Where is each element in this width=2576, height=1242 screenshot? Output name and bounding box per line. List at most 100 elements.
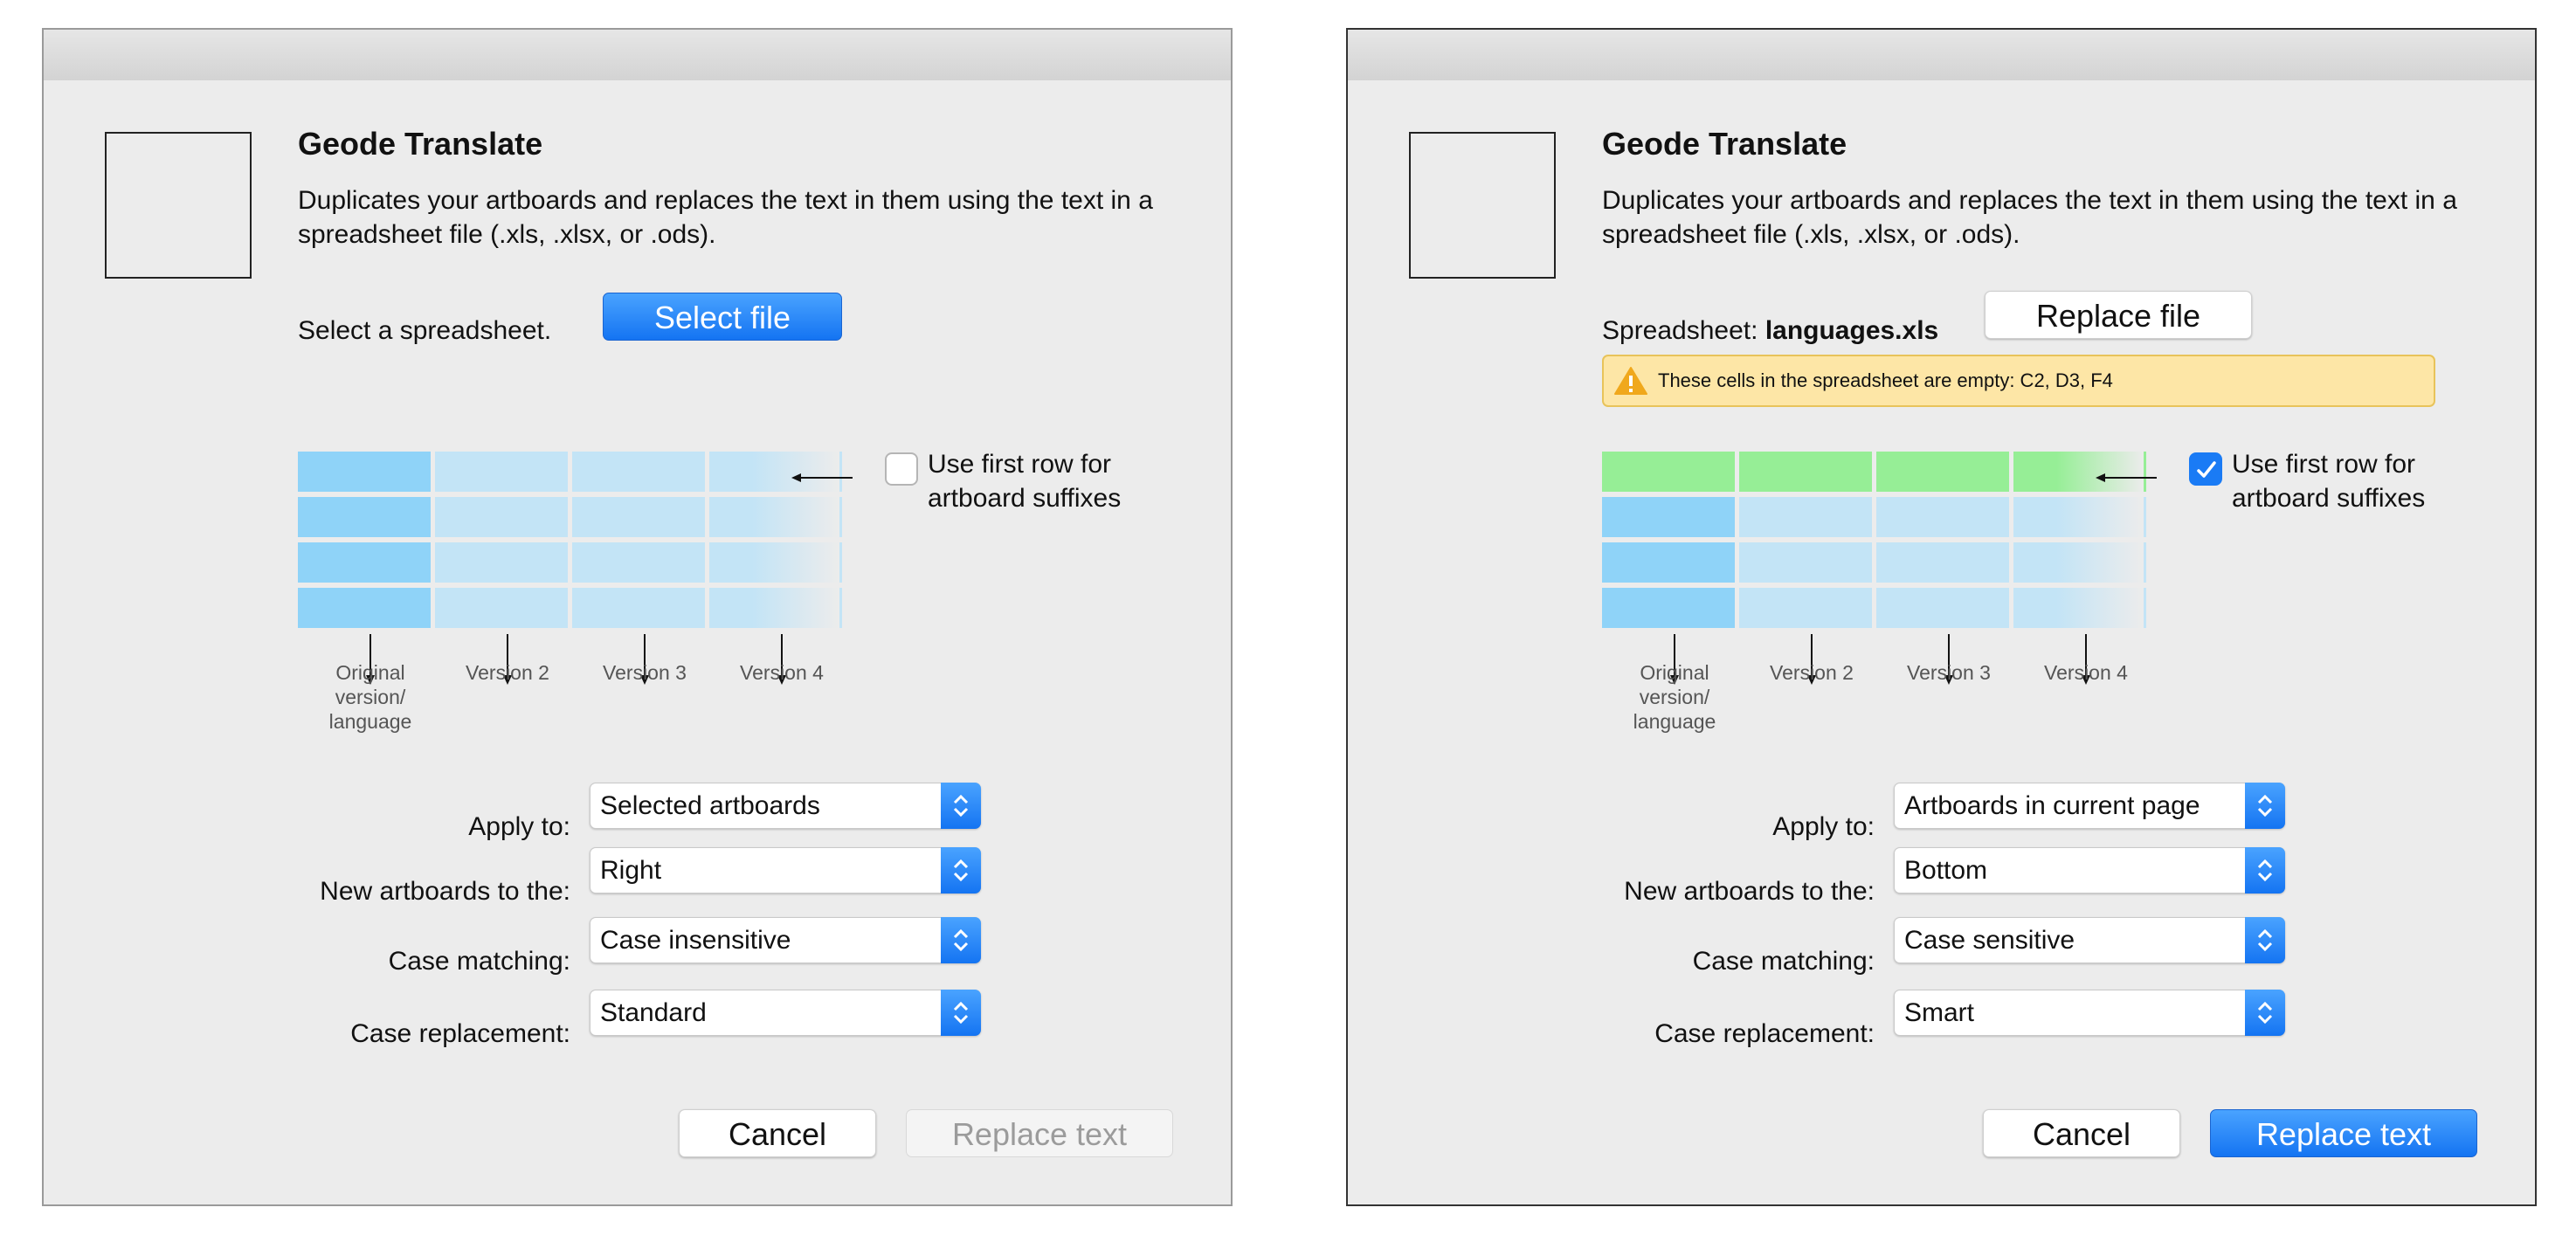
case-matching-value: Case insensitive <box>600 926 791 955</box>
select-stepper[interactable] <box>941 783 981 829</box>
cancel-button[interactable]: Cancel <box>1983 1109 2180 1157</box>
first-row-suffix-label: Use first row for artboard suffixes <box>2232 450 2426 513</box>
column-label: Original version/ language <box>328 661 412 733</box>
window-titlebar[interactable] <box>1348 30 2535 80</box>
apply-to-select[interactable]: Artboards in current page <box>1894 783 2285 829</box>
plugin-icon-placeholder <box>1409 132 1556 279</box>
spreadsheet-prompt: Select a spreadsheet. <box>298 316 552 345</box>
grid-cell <box>435 588 568 628</box>
warning-text: These cells in the spreadsheet are empty… <box>1658 369 2113 391</box>
grid-cell <box>298 588 431 628</box>
translate-dialog-initial: Geode Translate Duplicates your artboard… <box>42 28 1233 1206</box>
grid-header-cell <box>1876 452 2009 492</box>
grid-header-cell <box>1739 452 1872 492</box>
checkmark-icon <box>2197 461 2216 478</box>
grid-cell <box>1876 542 2009 583</box>
plugin-icon-placeholder <box>105 132 252 279</box>
spreadsheet-info: Spreadsheet: languages.xls <box>1602 316 1938 346</box>
chevron-updown-icon <box>953 794 969 818</box>
grid-cell <box>572 542 705 583</box>
grid-cell <box>1876 588 2009 628</box>
column-label: Version 2 <box>1770 661 1854 684</box>
grid-cell <box>298 452 431 492</box>
apply-to-value: Selected artboards <box>600 791 820 820</box>
arrow-left-icon <box>2096 473 2157 482</box>
case-matching-value: Case sensitive <box>1904 926 2075 955</box>
replace-file-button[interactable]: Replace file <box>1985 291 2252 339</box>
chevron-updown-icon <box>953 859 969 882</box>
new-artboards-value: Right <box>600 856 662 885</box>
spreadsheet-filename: languages.xls <box>1765 316 1939 345</box>
new-artboards-select[interactable]: Bottom <box>1894 847 2285 894</box>
chevron-updown-icon <box>953 928 969 952</box>
apply-to-label: Apply to: <box>1772 812 1875 841</box>
case-replacement-label: Case replacement: <box>350 1019 570 1048</box>
chevron-updown-icon <box>2257 859 2273 882</box>
spreadsheet-diagram <box>298 452 842 631</box>
select-stepper[interactable] <box>2245 917 2285 963</box>
case-replacement-select[interactable]: Smart <box>1894 990 2285 1036</box>
column-label: Version 3 <box>603 661 687 684</box>
grid-cell <box>1739 542 1872 583</box>
new-artboards-label: New artboards to the: <box>1624 877 1875 906</box>
grid-cell <box>1876 497 2009 537</box>
replace-text-button[interactable]: Replace text <box>2210 1109 2477 1157</box>
column-label: Version 2 <box>466 661 549 684</box>
window-titlebar[interactable] <box>44 30 1231 80</box>
chevron-updown-icon <box>2257 1001 2273 1025</box>
grid-cell <box>1739 588 1872 628</box>
grid-header-cell <box>1602 452 1735 492</box>
spreadsheet-diagram <box>1602 452 2146 631</box>
arrow-left-icon <box>791 473 853 482</box>
cancel-button[interactable]: Cancel <box>679 1109 876 1157</box>
case-replacement-value: Smart <box>1904 998 1975 1027</box>
dialog-title: Geode Translate <box>1602 126 1847 162</box>
case-replacement-value: Standard <box>600 998 707 1027</box>
column-label: Original version/ language <box>1633 661 1716 733</box>
column-label: Version 3 <box>1907 661 1991 684</box>
select-stepper[interactable] <box>2245 990 2285 1036</box>
select-stepper[interactable] <box>941 917 981 963</box>
column-label: Version 4 <box>2044 661 2128 684</box>
grid-cell <box>1602 542 1735 583</box>
column-label: Version 4 <box>740 661 824 684</box>
chevron-updown-icon <box>2257 928 2273 952</box>
empty-cells-warning: These cells in the spreadsheet are empty… <box>1602 355 2435 407</box>
spreadsheet-label: Spreadsheet: <box>1602 316 1758 345</box>
grid-cell <box>1602 497 1735 537</box>
case-replacement-select[interactable]: Standard <box>590 990 981 1036</box>
grid-cell <box>435 542 568 583</box>
chevron-updown-icon <box>2257 794 2273 818</box>
dialog-description: Duplicates your artboards and replaces t… <box>298 186 1153 249</box>
grid-cell <box>572 588 705 628</box>
first-row-suffix-checkbox[interactable] <box>2189 452 2222 486</box>
dialog-title: Geode Translate <box>298 126 543 162</box>
case-matching-label: Case matching: <box>388 947 570 976</box>
select-stepper[interactable] <box>2245 783 2285 829</box>
case-matching-select[interactable]: Case sensitive <box>1894 917 2285 963</box>
grid-cell <box>572 497 705 537</box>
translate-dialog-loaded: Geode Translate Duplicates your artboard… <box>1346 28 2537 1206</box>
dialog-description: Duplicates your artboards and replaces t… <box>1602 186 2457 249</box>
new-artboards-value: Bottom <box>1904 856 1988 885</box>
grid-cell <box>435 497 568 537</box>
apply-to-value: Artboards in current page <box>1904 791 2200 820</box>
apply-to-select[interactable]: Selected artboards <box>590 783 981 829</box>
select-stepper[interactable] <box>941 990 981 1036</box>
select-stepper[interactable] <box>941 847 981 894</box>
new-artboards-label: New artboards to the: <box>320 877 570 906</box>
warning-triangle-icon <box>1614 367 1647 395</box>
case-replacement-label: Case replacement: <box>1654 1019 1875 1048</box>
replace-text-button[interactable]: Replace text <box>906 1109 1173 1157</box>
select-stepper[interactable] <box>2245 847 2285 894</box>
select-file-button[interactable]: Select file <box>603 293 842 341</box>
grid-cell <box>298 542 431 583</box>
grid-cell <box>298 497 431 537</box>
first-row-suffix-checkbox[interactable] <box>885 452 918 486</box>
grid-cell <box>435 452 568 492</box>
grid-cell <box>572 452 705 492</box>
case-matching-select[interactable]: Case insensitive <box>590 917 981 963</box>
apply-to-label: Apply to: <box>468 812 570 841</box>
grid-cell <box>1739 497 1872 537</box>
new-artboards-select[interactable]: Right <box>590 847 981 894</box>
